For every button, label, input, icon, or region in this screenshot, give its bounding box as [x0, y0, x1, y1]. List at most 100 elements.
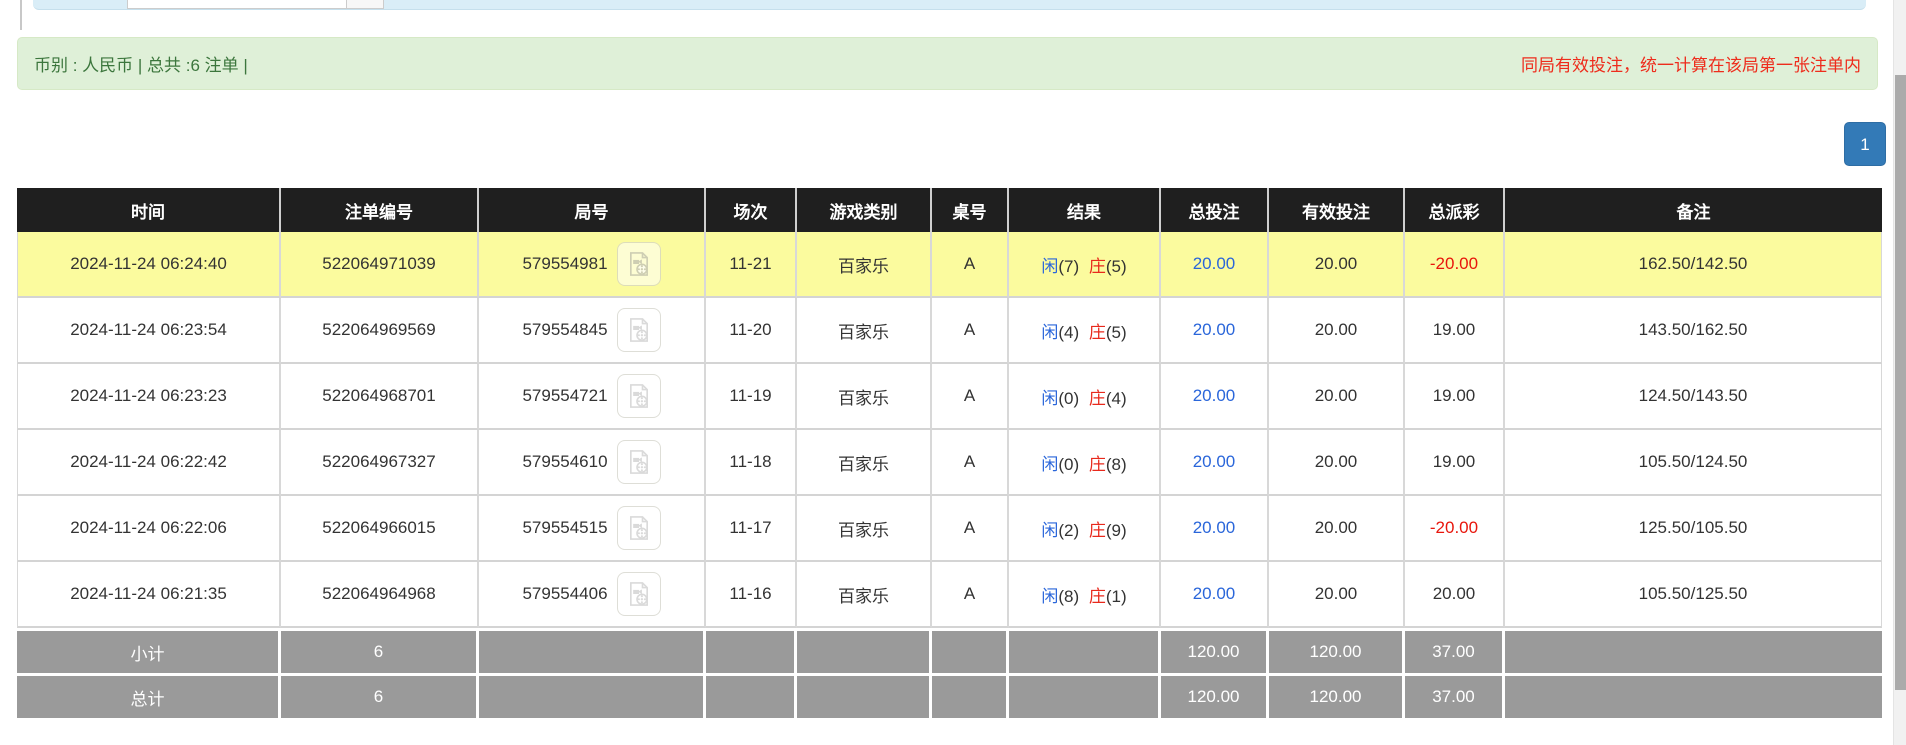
filter-panel-cutoff — [33, 0, 1866, 10]
table-row: 2024-11-24 06:24:40 522064971039 5795549… — [17, 232, 1882, 298]
result-banker-score: (4) — [1105, 388, 1127, 408]
cell-payout: -20.00 — [1405, 232, 1505, 298]
result-banker-label: 庄 — [1088, 586, 1106, 606]
total-bet-link[interactable]: 20.00 — [1193, 452, 1236, 471]
cell-table-no: A — [932, 562, 1009, 628]
col-header-total-bet: 总投注 — [1161, 188, 1269, 232]
page: 币别 : 人民币 | 总共 :6 注单 | 同局有效投注，统一计算在该局第一张注… — [0, 0, 1906, 745]
empty-cell — [706, 628, 797, 673]
cell-valid-bet: 20.00 — [1269, 430, 1405, 496]
cell-session: 11-16 — [706, 562, 797, 628]
cell-result: 闲(7) 庄(5) — [1009, 232, 1161, 298]
col-header-game-type: 游戏类别 — [797, 188, 932, 232]
cell-total-bet: 20.00 — [1161, 364, 1269, 430]
col-header-round-id: 局号 — [479, 188, 706, 232]
result-player-label: 闲 — [1041, 520, 1059, 540]
cell-time: 2024-11-24 06:24:40 — [17, 232, 281, 298]
result-banker-score: (1) — [1105, 586, 1127, 606]
video-replay-icon — [629, 384, 648, 408]
cell-time: 2024-11-24 06:23:54 — [17, 298, 281, 364]
scrollbar-thumb[interactable] — [1895, 75, 1906, 690]
cell-result: 闲(2) 庄(9) — [1009, 496, 1161, 562]
pagination: 1 — [1844, 122, 1886, 166]
round-id-value: 579554610 — [522, 452, 608, 471]
cell-payout: 19.00 — [1405, 364, 1505, 430]
video-replay-button[interactable] — [616, 242, 661, 286]
cell-session: 11-18 — [706, 430, 797, 496]
table-row: 2024-11-24 06:22:42 522064967327 5795546… — [17, 430, 1882, 496]
result-player-label: 闲 — [1041, 388, 1059, 408]
cell-remark: 105.50/124.50 — [1505, 430, 1882, 496]
cell-round-id: 579554721 — [479, 364, 706, 430]
subtotal-row: 小计 6 120.00 120.00 37.00 — [17, 628, 1882, 673]
cell-game-type: 百家乐 — [797, 562, 932, 628]
total-bet-link[interactable]: 20.00 — [1193, 584, 1236, 603]
total-bet-link[interactable]: 20.00 — [1193, 386, 1236, 405]
empty-cell — [479, 673, 706, 718]
video-replay-button[interactable] — [616, 506, 661, 550]
result-player-label: 闲 — [1041, 256, 1059, 276]
result-player-score: (4) — [1058, 322, 1080, 342]
cell-time: 2024-11-24 06:22:42 — [17, 430, 281, 496]
cell-remark: 143.50/162.50 — [1505, 298, 1882, 364]
video-replay-icon — [629, 252, 648, 276]
pagination-page-1[interactable]: 1 — [1844, 122, 1886, 166]
cell-remark: 162.50/142.50 — [1505, 232, 1882, 298]
col-header-remark: 备注 — [1505, 188, 1882, 232]
cell-game-type: 百家乐 — [797, 232, 932, 298]
cell-total-bet: 20.00 — [1161, 562, 1269, 628]
cell-payout: -20.00 — [1405, 496, 1505, 562]
col-header-valid-bet: 有效投注 — [1269, 188, 1405, 232]
video-replay-button[interactable] — [616, 440, 661, 484]
cell-remark: 124.50/143.50 — [1505, 364, 1882, 430]
empty-cell — [479, 628, 706, 673]
cell-table-no: A — [932, 430, 1009, 496]
total-total-bet: 120.00 — [1161, 673, 1269, 718]
subtotal-count: 6 — [281, 628, 479, 673]
subtotal-total-bet: 120.00 — [1161, 628, 1269, 673]
cell-bet-id: 522064968701 — [281, 364, 479, 430]
empty-cell — [1505, 628, 1882, 673]
cell-bet-id: 522064966015 — [281, 496, 479, 562]
round-id-value: 579554845 — [522, 320, 608, 339]
result-banker-label: 庄 — [1088, 322, 1106, 342]
round-id-value: 579554515 — [522, 518, 608, 537]
empty-cell — [706, 673, 797, 718]
result-banker-label: 庄 — [1088, 520, 1106, 540]
video-replay-button[interactable] — [616, 572, 661, 616]
cell-result: 闲(4) 庄(5) — [1009, 298, 1161, 364]
scrollbar-track[interactable] — [1893, 0, 1906, 745]
subtotal-valid-bet: 120.00 — [1269, 628, 1405, 673]
round-id-value: 579554981 — [522, 254, 608, 273]
result-player-label: 闲 — [1041, 586, 1059, 606]
result-banker-score: (5) — [1105, 322, 1127, 342]
summary-notice-text: 同局有效投注，统一计算在该局第一张注单内 — [1521, 56, 1861, 75]
filter-input-cutoff[interactable] — [127, 0, 347, 9]
filter-input-button-cutoff[interactable] — [346, 0, 384, 9]
table-row: 2024-11-24 06:23:54 522064969569 5795548… — [17, 298, 1882, 364]
cell-payout: 19.00 — [1405, 430, 1505, 496]
cell-bet-id: 522064964968 — [281, 562, 479, 628]
col-header-table-no: 桌号 — [932, 188, 1009, 232]
video-replay-button[interactable] — [616, 374, 661, 418]
total-bet-link[interactable]: 20.00 — [1193, 320, 1236, 339]
cell-game-type: 百家乐 — [797, 298, 932, 364]
cell-table-no: A — [932, 232, 1009, 298]
col-header-time: 时间 — [17, 188, 281, 232]
cell-valid-bet: 20.00 — [1269, 496, 1405, 562]
cell-session: 11-17 — [706, 496, 797, 562]
cell-result: 闲(0) 庄(8) — [1009, 430, 1161, 496]
video-replay-button[interactable] — [616, 308, 661, 352]
cell-total-bet: 20.00 — [1161, 430, 1269, 496]
cell-result: 闲(0) 庄(4) — [1009, 364, 1161, 430]
col-header-payout: 总派彩 — [1405, 188, 1505, 232]
result-banker-label: 庄 — [1088, 388, 1106, 408]
cell-total-bet: 20.00 — [1161, 496, 1269, 562]
table-row: 2024-11-24 06:23:23 522064968701 5795547… — [17, 364, 1882, 430]
cell-session: 11-19 — [706, 364, 797, 430]
total-bet-link[interactable]: 20.00 — [1193, 518, 1236, 537]
result-player-score: (0) — [1058, 454, 1080, 474]
table-header-row: 时间 注单编号 局号 场次 游戏类别 桌号 结果 总投注 有效投注 总派彩 备注 — [17, 188, 1882, 232]
total-bet-link[interactable]: 20.00 — [1193, 254, 1236, 273]
result-banker-score: (8) — [1105, 454, 1127, 474]
